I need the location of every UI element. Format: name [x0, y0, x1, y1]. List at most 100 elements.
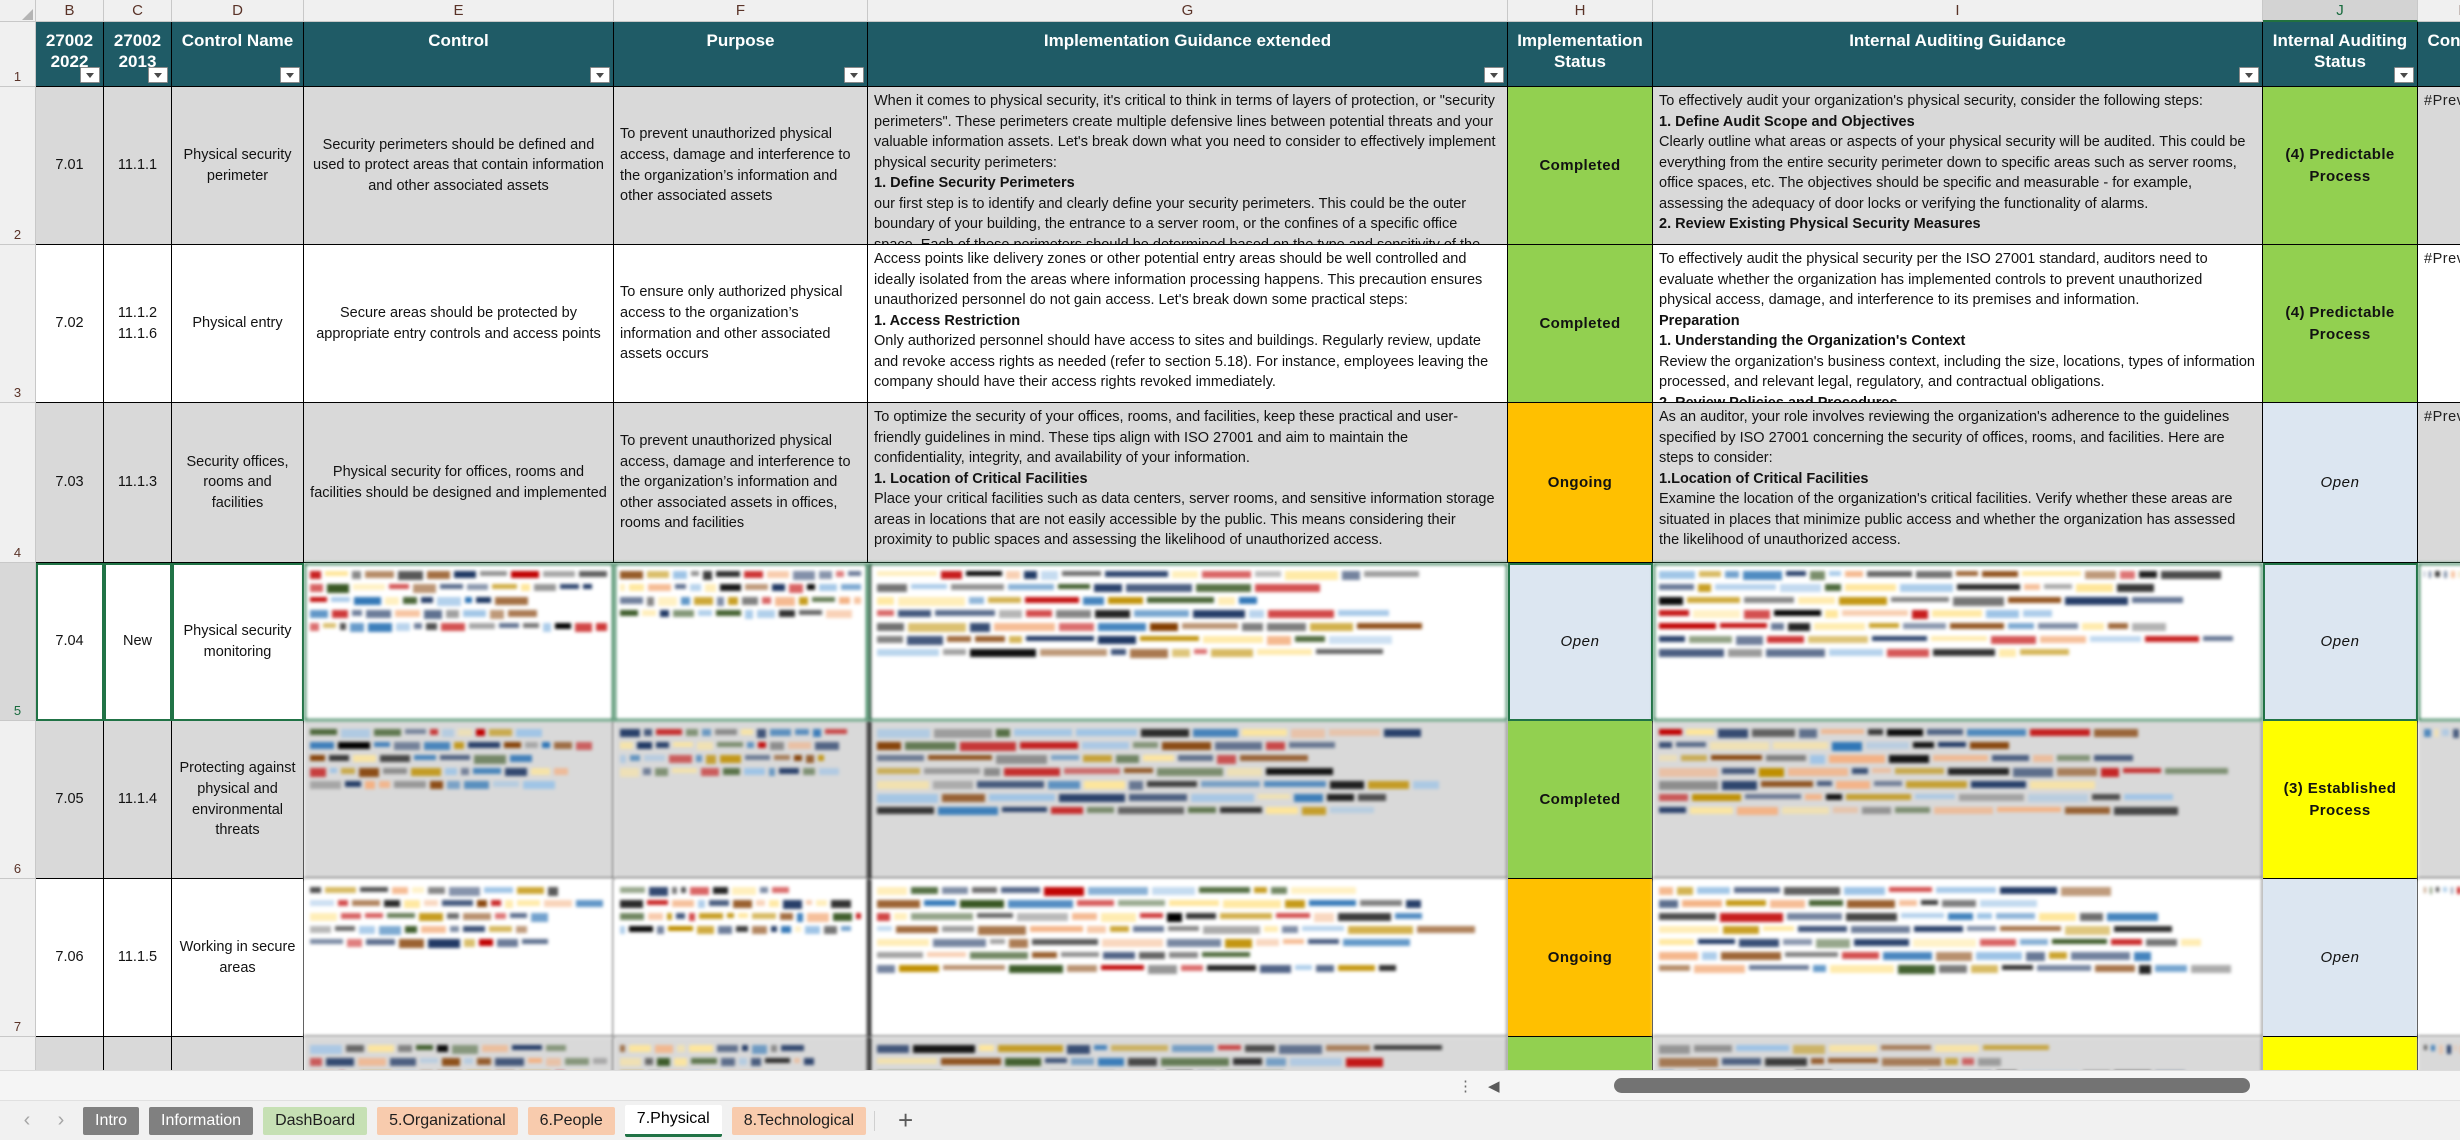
- header-cell-i[interactable]: Internal Auditing Guidance: [1653, 22, 2263, 87]
- cell-d-3[interactable]: Physical entry: [172, 245, 304, 403]
- cell-k-3[interactable]: #Preventiv: [2418, 245, 2460, 403]
- row-header-5[interactable]: 5: [0, 563, 36, 721]
- tab-prev-icon[interactable]: ‹: [10, 1104, 44, 1138]
- scroll-grip-icon[interactable]: ⋮: [1458, 1077, 1474, 1095]
- cell-e-5[interactable]: [304, 563, 614, 721]
- header-cell-h[interactable]: Implementation Status: [1508, 22, 1653, 87]
- filter-dropdown-icon-i[interactable]: [2239, 67, 2259, 83]
- table-row[interactable]: 7.02 11.1.2 11.1.6 Physical entry Secure are…: [36, 245, 2460, 403]
- cell-j-5[interactable]: Open: [2263, 563, 2418, 721]
- cell-e-3[interactable]: Secure areas should be protected by appr…: [304, 245, 614, 403]
- header-cell-b[interactable]: 27002 2022: [36, 22, 104, 87]
- cell-implementation-guidance-2[interactable]: When it comes to physical security, it's…: [868, 87, 1508, 245]
- header-cell-g[interactable]: Implementation Guidance extended: [868, 22, 1508, 87]
- cell-k-4[interactable]: #Preventiv: [2418, 403, 2460, 563]
- cell-h-6[interactable]: Completed: [1508, 721, 1653, 879]
- cell-c-7[interactable]: 11.1.5: [104, 879, 172, 1037]
- cell-e-2[interactable]: Security perimeters should be defined an…: [304, 87, 614, 245]
- cell-k-2[interactable]: #Preventiv: [2418, 87, 2460, 245]
- cell-c-6[interactable]: 11.1.4: [104, 721, 172, 879]
- cell-d-7[interactable]: Working in secure areas: [172, 879, 304, 1037]
- cell-e-6[interactable]: [304, 721, 614, 879]
- row-header-6[interactable]: 6: [0, 721, 36, 879]
- cell-d-2[interactable]: Physical security perimeter: [172, 87, 304, 245]
- cell-k-5[interactable]: [2418, 563, 2460, 721]
- cell-d-4[interactable]: Security offices, rooms and facilities: [172, 403, 304, 563]
- cell-h-4[interactable]: Ongoing: [1508, 403, 1653, 563]
- column-header-b[interactable]: B: [36, 0, 104, 22]
- cell-f-7[interactable]: [614, 879, 868, 1037]
- column-header-k[interactable]: K: [2418, 0, 2460, 22]
- cell-internal-auditing-guidance-2[interactable]: To effectively audit your organization's…: [1653, 87, 2263, 245]
- cell-internal-auditing-guidance-7[interactable]: [1653, 879, 2263, 1037]
- cell-f-6[interactable]: [614, 721, 868, 879]
- cell-implementation-guidance-3[interactable]: Access points like delivery zones or oth…: [868, 245, 1508, 403]
- cell-b-2[interactable]: 7.01: [36, 87, 104, 245]
- cell-implementation-guidance-4[interactable]: To optimize the security of your offices…: [868, 403, 1508, 563]
- scroll-left-arrow-icon[interactable]: ◀: [1488, 1077, 1500, 1095]
- header-cell-j[interactable]: Internal Auditing Status: [2263, 22, 2418, 87]
- cell-f-2[interactable]: To prevent unauthorized physical access,…: [614, 87, 868, 245]
- row-header-3[interactable]: 3: [0, 245, 36, 403]
- cell-j-7[interactable]: Open: [2263, 879, 2418, 1037]
- filter-dropdown-icon-c[interactable]: [148, 67, 168, 83]
- table-row[interactable]: 7.03 11.1.3 Security offices, rooms and fa…: [36, 403, 2460, 563]
- sheet-tab-8-technological[interactable]: 8.Technological: [731, 1106, 867, 1135]
- cell-j-6[interactable]: (3) Established Process: [2263, 721, 2418, 879]
- cell-j-4[interactable]: Open: [2263, 403, 2418, 563]
- filter-dropdown-icon-d[interactable]: [280, 67, 300, 83]
- column-header-f[interactable]: F: [614, 0, 868, 22]
- cell-b-4[interactable]: 7.03: [36, 403, 104, 563]
- cell-e-7[interactable]: [304, 879, 614, 1037]
- filter-dropdown-icon-g[interactable]: [1484, 67, 1504, 83]
- column-header-g[interactable]: G: [868, 0, 1508, 22]
- table-row[interactable]: 7.06 11.1.5 Working in secure areas Ongoing…: [36, 879, 2460, 1037]
- header-cell-k[interactable]: Control T: [2418, 22, 2460, 87]
- cell-c-2[interactable]: 11.1.1: [104, 87, 172, 245]
- tab-next-icon[interactable]: ›: [44, 1104, 78, 1138]
- filter-dropdown-icon-e[interactable]: [590, 67, 610, 83]
- select-all-corner[interactable]: [0, 0, 36, 22]
- cell-c-5[interactable]: New: [104, 563, 172, 721]
- cell-implementation-guidance-7[interactable]: [868, 879, 1508, 1037]
- cell-implementation-guidance-5[interactable]: [868, 563, 1508, 721]
- header-cell-e[interactable]: Control: [304, 22, 614, 87]
- cell-b-5[interactable]: 7.04: [36, 563, 104, 721]
- column-header-e[interactable]: E: [304, 0, 614, 22]
- cell-h-3[interactable]: Completed: [1508, 245, 1653, 403]
- cell-f-5[interactable]: [614, 563, 868, 721]
- sheet-tab-information[interactable]: Information: [149, 1106, 254, 1135]
- cell-h-7[interactable]: Ongoing: [1508, 879, 1653, 1037]
- cell-implementation-guidance-6[interactable]: [868, 721, 1508, 879]
- table-row[interactable]: 7.01 11.1.1 Physical security perimeter Sec…: [36, 87, 2460, 245]
- scroll-thumb[interactable]: [1613, 1077, 2250, 1093]
- scroll-track[interactable]: [1500, 1071, 2460, 1101]
- sheet-tab-intro[interactable]: Intro: [83, 1106, 140, 1135]
- filter-dropdown-icon-j[interactable]: [2394, 67, 2414, 83]
- cell-b-6[interactable]: 7.05: [36, 721, 104, 879]
- cell-internal-auditing-guidance-4[interactable]: As an auditor, your role involves review…: [1653, 403, 2263, 563]
- column-header-j[interactable]: J: [2263, 0, 2418, 22]
- cell-k-7[interactable]: [2418, 879, 2460, 1037]
- table-row[interactable]: 7.05 11.1.4 Protecting against physical an…: [36, 721, 2460, 879]
- cell-internal-auditing-guidance-3[interactable]: To effectively audit the physical securi…: [1653, 245, 2263, 403]
- header-cell-c[interactable]: 27002 2013: [104, 22, 172, 87]
- cell-c-3[interactable]: 11.1.2 11.1.6: [104, 245, 172, 403]
- cell-b-3[interactable]: 7.02: [36, 245, 104, 403]
- cell-d-5[interactable]: Physical security monitoring: [172, 563, 304, 721]
- header-cell-f[interactable]: Purpose: [614, 22, 868, 87]
- cell-c-4[interactable]: 11.1.3: [104, 403, 172, 563]
- cell-h-5[interactable]: Open: [1508, 563, 1653, 721]
- cell-j-2[interactable]: (4) Predictable Process: [2263, 87, 2418, 245]
- cell-j-3[interactable]: (4) Predictable Process: [2263, 245, 2418, 403]
- column-header-i[interactable]: I: [1653, 0, 2263, 22]
- row-header-1[interactable]: 1: [0, 22, 36, 87]
- sheet-tab-6-people[interactable]: 6.People: [527, 1106, 615, 1135]
- row-header-2[interactable]: 2: [0, 87, 36, 245]
- sheet-tab-dashboard[interactable]: DashBoard: [263, 1106, 368, 1135]
- cell-f-3[interactable]: To ensure only authorized physical acces…: [614, 245, 868, 403]
- filter-dropdown-icon-b[interactable]: [80, 67, 100, 83]
- cell-b-7[interactable]: 7.06: [36, 879, 104, 1037]
- filter-dropdown-icon-f[interactable]: [844, 67, 864, 83]
- cell-d-6[interactable]: Protecting against physical and environm…: [172, 721, 304, 879]
